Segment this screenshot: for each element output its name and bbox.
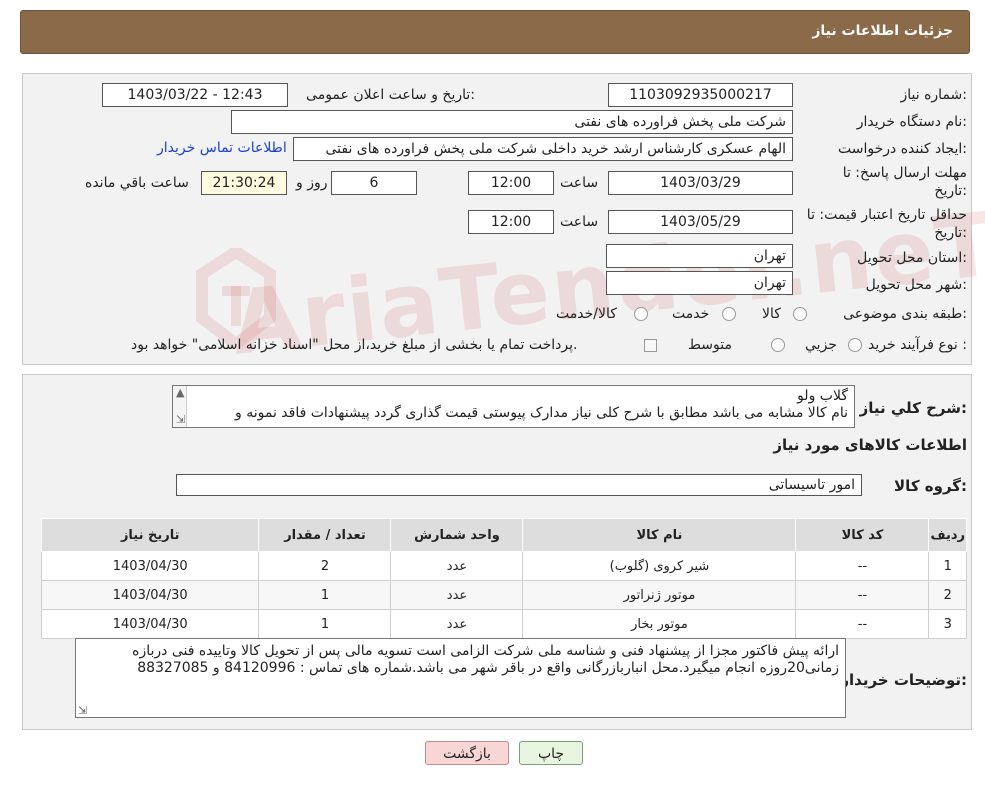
col-qty: تعداد / مقدار (258, 518, 392, 552)
cell-unit: عدد (390, 580, 524, 610)
process-note: پرداخت تمام یا بخشی از مبلغ خرید،از محل … (131, 337, 578, 353)
buyer-contact-link[interactable]: اطلاعات تماس خریدار (157, 140, 287, 156)
col-row: ردیف (928, 518, 967, 552)
process-medium-label: متوسط (688, 337, 732, 353)
need-number-label: شماره نیاز: (900, 87, 967, 103)
category-goods-service-label: کالا/خدمت (556, 306, 617, 322)
summary-textarea[interactable]: گلاب ولو نام کالا مشابه می باشد مطابق با… (172, 385, 855, 428)
category-service-label: خدمت (672, 306, 710, 322)
summary-line-1: گلاب ولو (797, 388, 848, 404)
validity-time-field: 12:00 (468, 210, 554, 234)
city-field: تهران (606, 271, 793, 295)
cell-name: موتور ژنراتور (522, 580, 797, 610)
goods-group-label: گروه کالا: (894, 477, 967, 495)
cell-code: -- (795, 609, 930, 639)
buyer-notes-line-1: ارائه پیش فاکتور مجزا از پیشنهاد فنی و ش… (132, 643, 839, 659)
creator-label: ایجاد کننده درخواست: (838, 141, 967, 157)
cell-qty: 1 (258, 580, 392, 610)
page-title: جزئیات اطلاعات نیاز (812, 23, 953, 39)
cell-date: 1403/04/30 (40, 551, 260, 581)
summary-scroll-up-icon[interactable]: ▲ (176, 386, 184, 399)
goods-group-field: امور تاسیساتی (176, 474, 862, 496)
need-number-field: 1103092935000217 (608, 83, 793, 107)
items-section-title: اطلاعات کالاهای مورد نیاز (773, 436, 967, 454)
cell-name: شیر کروی (گلوب) (522, 551, 797, 581)
announce-label: تاریخ و ساعت اعلان عمومی: (306, 87, 475, 103)
col-name: نام کالا (522, 518, 797, 552)
province-field: تهران (606, 244, 793, 268)
watermark-logo-icon (196, 244, 276, 352)
print-button[interactable]: چاپ (519, 741, 583, 765)
back-button[interactable]: بازگشت (425, 741, 509, 765)
process-minor-label: جزیي (805, 337, 837, 353)
table-row: 3 -- موتور بخار عدد 1 1403/04/30 (40, 609, 967, 639)
buyer-org-label: نام دستگاه خریدار: (856, 114, 967, 130)
validity-label: حداقل تاریخ اعتبار قیمت: تا (806, 207, 967, 223)
cell-unit: عدد (390, 551, 524, 581)
remaining-time-label: ساعت باقي مانده (85, 175, 189, 191)
buyer-org-field: شرکت ملی پخش فراورده های نفتی (231, 110, 793, 134)
cell-qty: 1 (258, 609, 392, 639)
cell-unit: عدد (390, 609, 524, 639)
col-date: تاریخ نیاز (40, 518, 260, 552)
remaining-days-field: 6 (331, 171, 417, 195)
validity-label-date: تاریخ: (934, 225, 967, 241)
items-table: ردیف کد کالا نام کالا واحد شمارش تعداد /… (40, 518, 967, 639)
buyer-notes-label: توضیحات خریدار: (840, 671, 967, 689)
deadline-label: مهلت ارسال پاسخ: تا (842, 165, 967, 181)
cell-code: -- (795, 551, 930, 581)
category-label: طبقه بندی موضوعی: (843, 306, 967, 322)
days-label: روز و (296, 175, 328, 191)
buyer-notes-line-2: زمانی20روزه انجام میگیرد.محل انبارباز‌رگ… (137, 660, 839, 676)
cell-row: 1 (928, 551, 967, 581)
page-header: جزئیات اطلاعات نیاز (20, 10, 970, 54)
deadline-label-date: تاریخ: (934, 183, 967, 199)
remaining-time-field: 21:30:24 (201, 171, 287, 195)
buyer-notes-textarea[interactable]: ارائه پیش فاکتور مجزا از پیشنهاد فنی و ش… (75, 638, 846, 718)
validity-time-label: ساعت (560, 214, 599, 230)
cell-qty: 2 (258, 551, 392, 581)
summary-resize-icon[interactable]: ⇲ (176, 413, 185, 426)
city-label: شهر محل تحویل: (865, 277, 967, 293)
col-code: کد کالا (795, 518, 930, 552)
col-unit: واحد شمارش (390, 518, 524, 552)
summary-label: شرح كلي نياز: (859, 399, 967, 417)
cell-row: 3 (928, 609, 967, 639)
deadline-time-label: ساعت (560, 175, 599, 191)
table-header-row: ردیف کد کالا نام کالا واحد شمارش تعداد /… (40, 518, 967, 552)
cell-row: 2 (928, 580, 967, 610)
province-label: استان محل تحویل: (857, 250, 967, 266)
deadline-time-field: 12:00 (468, 171, 554, 195)
process-type-label: نوع فرآیند خرید : (868, 337, 967, 353)
category-goods-radio[interactable] (793, 307, 807, 321)
summary-line-2: نام کالا مشابه می باشد مطابق با شرح کلی … (235, 405, 848, 421)
cell-date: 1403/04/30 (40, 609, 260, 639)
buyer-notes-resize-icon[interactable]: ⇲ (78, 704, 87, 717)
announce-datetime-field: 1403/03/22 - 12:43 (102, 83, 288, 107)
cell-code: -- (795, 580, 930, 610)
process-medium-radio[interactable] (771, 338, 785, 352)
creator-field: الهام عسکری کارشناس ارشد خرید داخلی شرکت… (293, 137, 793, 161)
category-goods-label: کالا (762, 306, 781, 322)
validity-date-field: 1403/05/29 (608, 210, 793, 234)
process-minor-radio[interactable] (848, 338, 862, 352)
cell-date: 1403/04/30 (40, 580, 260, 610)
cell-name: موتور بخار (522, 609, 797, 639)
category-goods-service-radio[interactable] (634, 307, 648, 321)
treasury-checkbox[interactable] (644, 339, 657, 352)
deadline-date-field: 1403/03/29 (608, 171, 793, 195)
table-row: 2 -- موتور ژنراتور عدد 1 1403/04/30 (40, 580, 967, 610)
category-service-radio[interactable] (722, 307, 736, 321)
table-row: 1 -- شیر کروی (گلوب) عدد 2 1403/04/30 (40, 551, 967, 581)
